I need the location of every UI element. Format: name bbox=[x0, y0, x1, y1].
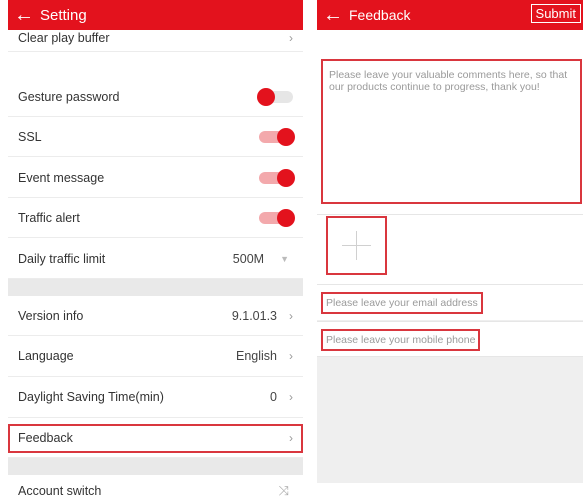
chevron-right-icon: › bbox=[289, 390, 293, 404]
traffic-alert-toggle[interactable] bbox=[259, 208, 295, 227]
feedback-item[interactable]: Feedback › bbox=[8, 418, 303, 458]
traffic-alert-item: Traffic alert bbox=[8, 198, 303, 238]
add-image-button[interactable] bbox=[326, 216, 387, 275]
event-message-item: Event message bbox=[8, 158, 303, 198]
daylight-saving-time-label: Daylight Saving Time(min) bbox=[18, 390, 164, 404]
settings-screen: ← Setting Clear play buffer › Gesture pa… bbox=[8, 0, 303, 502]
daily-traffic-limit-label: Daily traffic limit bbox=[18, 251, 106, 266]
ssl-item: SSL bbox=[8, 117, 303, 157]
event-message-label: Event message bbox=[18, 170, 105, 185]
feedback-label: Feedback bbox=[18, 430, 73, 445]
switch-arrows-icon: ⤨ bbox=[278, 483, 289, 498]
traffic-alert-label: Traffic alert bbox=[18, 210, 80, 225]
chevron-right-icon: › bbox=[289, 349, 293, 363]
gesture-password-label: Gesture password bbox=[18, 89, 120, 104]
feedback-app-bar: ← Feedback Submit bbox=[317, 0, 583, 30]
email-row: Please leave your email address bbox=[317, 284, 583, 320]
dropdown-arrow-icon: ▼ bbox=[280, 253, 289, 264]
gesture-password-toggle[interactable] bbox=[257, 87, 293, 106]
submit-button[interactable]: Submit bbox=[530, 4, 581, 23]
version-info-value: 9.1.01.3 bbox=[231, 308, 277, 323]
phone-row: Please leave your mobile phone bbox=[317, 321, 583, 357]
clear-play-buffer-item[interactable]: Clear play buffer › bbox=[8, 30, 303, 52]
back-arrow-icon[interactable]: ← bbox=[8, 5, 40, 25]
language-value: English bbox=[236, 349, 277, 363]
event-message-toggle[interactable] bbox=[259, 168, 295, 187]
clear-play-buffer-label: Clear play buffer bbox=[18, 30, 110, 45]
version-info-label: Version info bbox=[18, 308, 84, 323]
account-switch-item[interactable]: Account switch ⤨ bbox=[8, 475, 303, 502]
mobile-phone-field[interactable]: Please leave your mobile phone bbox=[321, 329, 481, 351]
toggle-knob bbox=[277, 168, 295, 187]
chevron-right-icon: › bbox=[289, 430, 293, 445]
chevron-right-icon: › bbox=[289, 30, 293, 45]
comment-textarea[interactable]: Please leave your valuable comments here… bbox=[321, 59, 582, 204]
toggle-knob bbox=[277, 208, 295, 227]
phone-placeholder: Please leave your mobile phone bbox=[326, 334, 476, 346]
chevron-right-icon: › bbox=[289, 308, 293, 323]
plus-icon-vertical bbox=[356, 231, 357, 260]
daylight-saving-time-item[interactable]: Daylight Saving Time(min) 0 › bbox=[8, 377, 303, 418]
feedback-title: Feedback bbox=[349, 7, 411, 23]
section-divider bbox=[8, 458, 303, 475]
language-label: Language bbox=[18, 349, 74, 363]
section-divider bbox=[8, 279, 303, 296]
settings-title: Setting bbox=[40, 6, 87, 24]
account-switch-label: Account switch bbox=[18, 484, 102, 498]
daylight-saving-time-value: 0 bbox=[270, 390, 277, 404]
daily-traffic-limit-item[interactable]: Daily traffic limit 500M ▼ bbox=[8, 239, 303, 279]
daily-traffic-limit-value: 500M bbox=[232, 251, 265, 266]
gesture-password-item: Gesture password bbox=[8, 77, 303, 117]
ssl-label: SSL bbox=[18, 129, 42, 144]
comment-placeholder: Please leave your valuable comments here… bbox=[329, 69, 568, 93]
feedback-screen: ← Feedback Submit Please leave your valu… bbox=[317, 0, 583, 483]
ssl-toggle[interactable] bbox=[259, 127, 295, 146]
toggle-knob bbox=[257, 87, 275, 106]
settings-app-bar: ← Setting bbox=[8, 0, 303, 30]
toggle-knob bbox=[277, 127, 295, 146]
email-field[interactable]: Please leave your email address bbox=[321, 292, 483, 314]
back-arrow-icon[interactable]: ← bbox=[317, 5, 349, 25]
version-info-item[interactable]: Version info 9.1.01.3 › bbox=[8, 296, 303, 336]
language-item[interactable]: Language English › bbox=[8, 336, 303, 377]
email-placeholder: Please leave your email address bbox=[326, 297, 478, 309]
